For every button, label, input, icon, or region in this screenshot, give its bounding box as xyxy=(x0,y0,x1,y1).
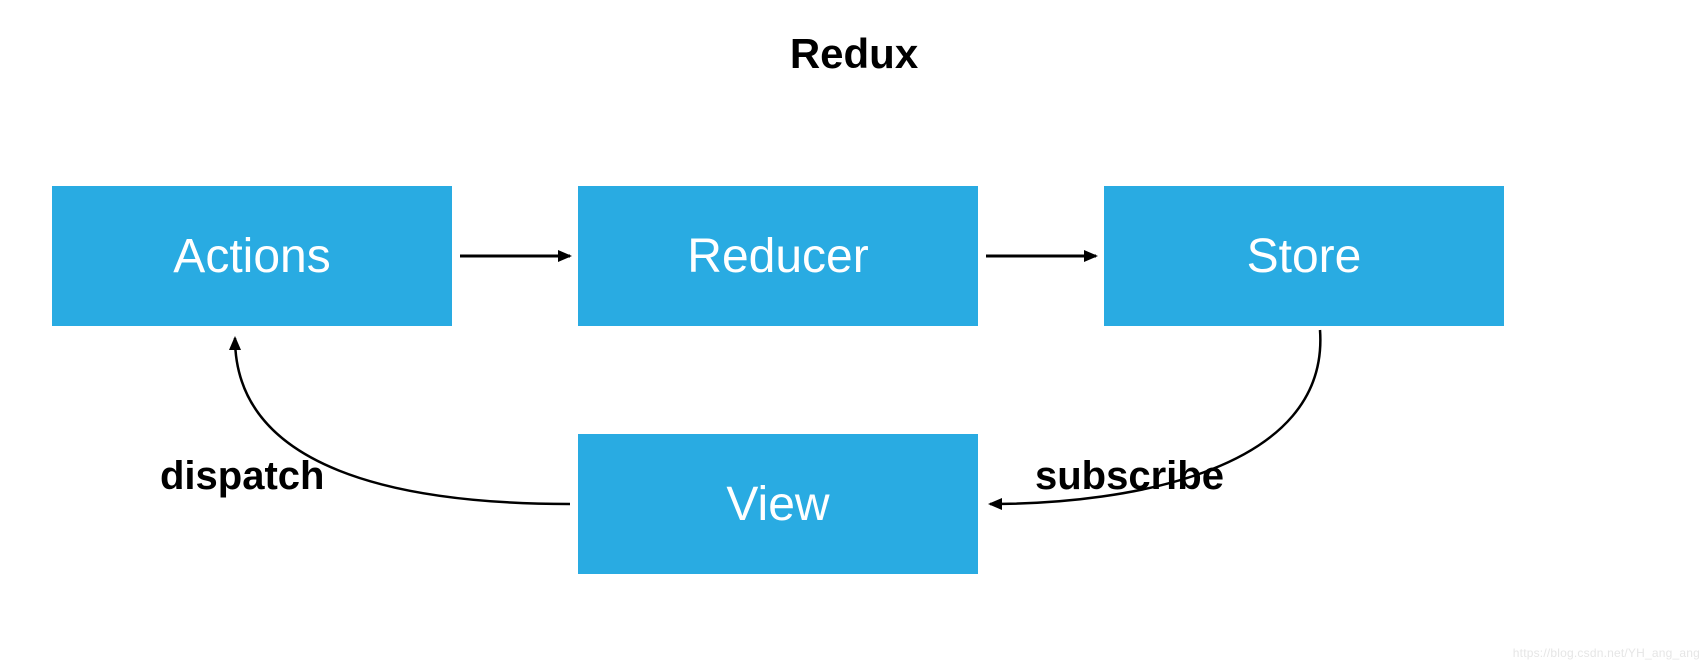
node-actions: Actions xyxy=(52,186,452,326)
node-store-label: Store xyxy=(1247,229,1362,284)
node-view: View xyxy=(578,434,978,574)
node-view-label: View xyxy=(726,477,829,532)
watermark: https://blog.csdn.net/YH_ang_ang xyxy=(1513,646,1700,660)
node-reducer: Reducer xyxy=(578,186,978,326)
diagram-title: Redux xyxy=(790,30,918,78)
edge-label-dispatch: dispatch xyxy=(160,454,324,499)
node-reducer-label: Reducer xyxy=(687,229,868,284)
edge-label-subscribe: subscribe xyxy=(1035,454,1224,499)
node-actions-label: Actions xyxy=(173,229,330,284)
node-store: Store xyxy=(1104,186,1504,326)
